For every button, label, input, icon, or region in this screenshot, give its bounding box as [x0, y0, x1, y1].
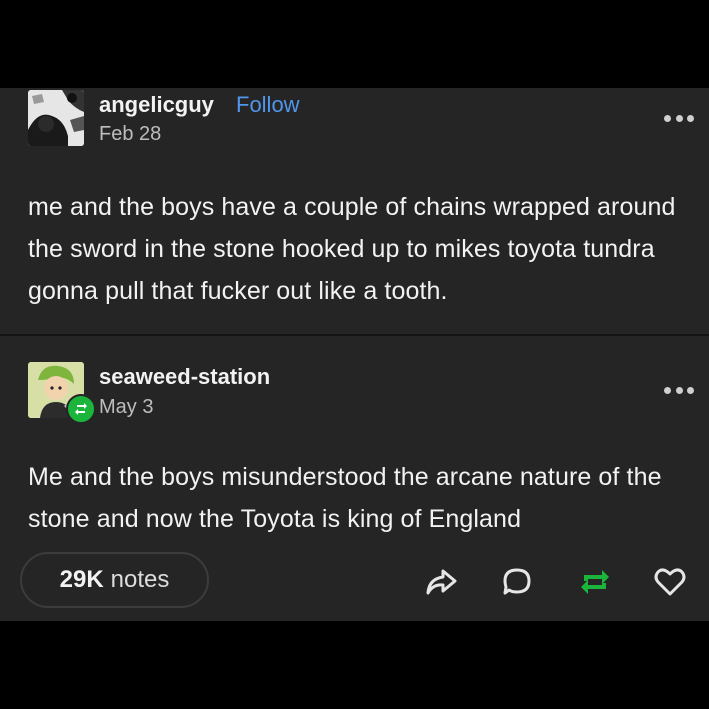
reply-icon[interactable] [500, 565, 534, 599]
dot [687, 386, 694, 394]
dot [687, 114, 694, 122]
avatar[interactable] [28, 90, 84, 146]
dot [675, 114, 683, 122]
post-body-text: me and the boys have a couple of chains … [28, 193, 676, 305]
notes-count: 29K [59, 566, 104, 593]
more-options-icon[interactable] [664, 112, 694, 124]
post-author-username[interactable]: seaweed-station [99, 364, 270, 390]
dot [664, 386, 671, 394]
reblog-body-text: Me and the boys misunderstood the arcane… [28, 463, 662, 533]
notes-button[interactable]: 29K notes [20, 552, 209, 608]
like-icon[interactable] [653, 565, 687, 599]
notes-label: notes [110, 566, 170, 593]
reblog-icon[interactable] [578, 565, 612, 599]
follow-button[interactable]: Follow [236, 92, 300, 118]
reblog-badge-icon [66, 394, 96, 424]
post-date[interactable]: Feb 28 [99, 123, 161, 146]
dot [664, 114, 671, 122]
post-author-username[interactable]: angelicguy [99, 92, 214, 118]
more-options-icon[interactable] [664, 384, 694, 396]
post-date[interactable]: May 3 [99, 396, 153, 419]
reblog-divider [0, 334, 709, 336]
dot [675, 386, 683, 394]
post-card: angelicguy Follow Feb 28 me and the boys… [0, 88, 709, 621]
manga-avatar-image [28, 90, 84, 146]
share-icon[interactable] [424, 565, 458, 599]
